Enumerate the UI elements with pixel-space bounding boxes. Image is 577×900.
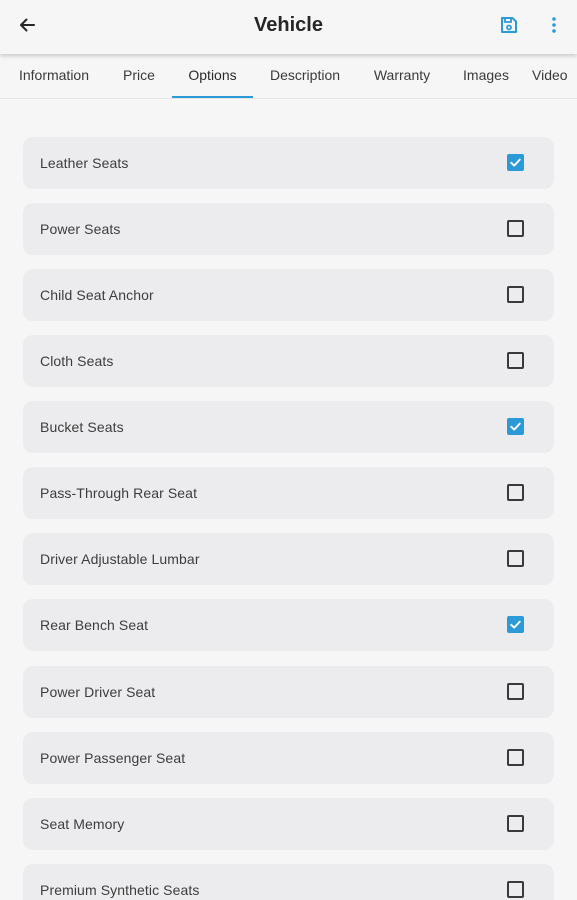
tab-information[interactable]: Information [8,54,100,98]
more-vertical-icon [551,16,557,39]
option-checkbox[interactable] [507,220,524,237]
option-label: Pass-Through Rear Seat [40,485,198,501]
option-checkbox[interactable] [507,815,524,832]
option-label: Power Passenger Seat [40,750,186,766]
more-options-button[interactable] [543,14,565,40]
option-label: Bucket Seats [40,419,124,435]
option-label: Cloth Seats [40,353,114,369]
tab-images[interactable]: Images [452,54,520,98]
option-checkbox[interactable] [507,881,524,898]
option-label: Child Seat Anchor [40,287,154,303]
tab-warranty[interactable]: Warranty [362,54,442,98]
option-checkbox[interactable] [507,418,524,435]
option-label: Driver Adjustable Lumbar [40,551,200,567]
page-title: Vehicle [254,14,323,36]
option-label: Seat Memory [40,816,125,832]
option-row-child-seat-anchor[interactable]: Child Seat Anchor [23,269,554,321]
option-checkbox[interactable] [507,484,524,501]
options-list: Leather Seats Power Seats Child Seat Anc… [0,99,577,900]
option-row-power-seats[interactable]: Power Seats [23,203,554,255]
active-tab-indicator [172,96,253,98]
option-checkbox[interactable] [507,683,524,700]
checkmark-icon [510,620,521,629]
option-row-pass-through-rear-seat[interactable]: Pass-Through Rear Seat [23,467,554,519]
tab-description[interactable]: Description [259,54,351,98]
option-label: Power Seats [40,221,121,237]
save-button[interactable] [496,14,522,40]
option-checkbox[interactable] [507,616,524,633]
tab-bar: Information Price Options Description Wa… [0,54,577,99]
tab-options[interactable]: Options [172,54,253,98]
option-checkbox[interactable] [507,352,524,369]
option-row-cloth-seats[interactable]: Cloth Seats [23,335,554,387]
option-checkbox[interactable] [507,550,524,567]
option-checkbox[interactable] [507,749,524,766]
option-row-power-passenger-seat[interactable]: Power Passenger Seat [23,732,554,784]
option-row-power-driver-seat[interactable]: Power Driver Seat [23,666,554,718]
option-checkbox[interactable] [507,154,524,171]
checkmark-icon [510,158,521,167]
app-bar: Vehicle [0,0,577,54]
option-row-seat-memory[interactable]: Seat Memory [23,798,554,850]
option-row-rear-bench-seat[interactable]: Rear Bench Seat [23,599,554,651]
option-label: Rear Bench Seat [40,617,149,633]
option-label: Power Driver Seat [40,684,156,700]
floppy-disk-icon [499,15,519,40]
checkmark-icon [510,422,521,431]
option-row-premium-synthetic-seats[interactable]: Premium Synthetic Seats [23,864,554,900]
option-row-bucket-seats[interactable]: Bucket Seats [23,401,554,453]
option-row-leather-seats[interactable]: Leather Seats [23,137,554,189]
option-row-driver-adjustable-lumbar[interactable]: Driver Adjustable Lumbar [23,533,554,585]
option-checkbox[interactable] [507,286,524,303]
option-label: Premium Synthetic Seats [40,882,200,898]
tab-price[interactable]: Price [114,54,164,98]
option-label: Leather Seats [40,155,129,171]
tab-video[interactable]: Video [532,54,577,98]
